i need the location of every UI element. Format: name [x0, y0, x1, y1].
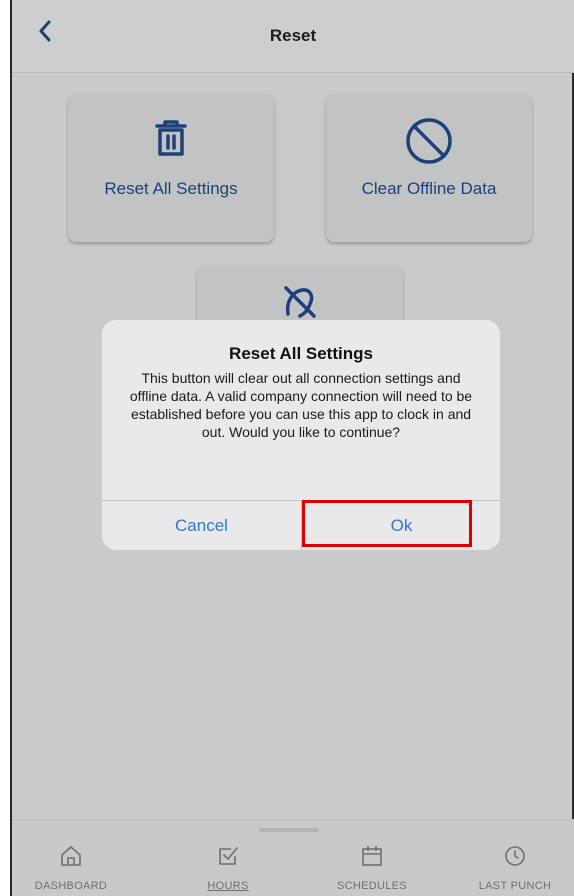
calendar-icon [362, 846, 382, 866]
dialog-message: This button will clear out all connectio… [129, 370, 473, 440]
tab-last-punch-label: LAST PUNCH [478, 880, 552, 892]
clear-offline-data-label: Clear Offline Data [361, 179, 497, 198]
tab-schedules-label: SCHEDULES [337, 880, 407, 892]
page-title: Reset [269, 26, 317, 45]
clear-offline-data-tile[interactable]: Clear Offline Data [326, 94, 532, 242]
reset-all-settings-label: Reset All Settings [104, 179, 238, 198]
tab-hours[interactable]: HOURS [163, 844, 293, 892]
top-bar: Reset [12, 0, 574, 73]
trash-icon [155, 120, 187, 156]
home-icon [61, 846, 81, 866]
clock-icon [505, 846, 525, 866]
dialog-title: Reset All Settings [229, 344, 373, 363]
tab-dashboard[interactable]: DASHBOARD [12, 844, 136, 892]
ok-button[interactable]: Ok [302, 501, 500, 550]
prohibited-icon [406, 118, 452, 164]
app-screen: Reset Reset All Settings Clear Offline D… [10, 0, 574, 896]
tab-last-punch[interactable]: LAST PUNCH [450, 844, 574, 892]
tab-hours-label: HOURS [207, 880, 249, 892]
alert-dialog: Reset All Settings This button will clea… [102, 320, 500, 550]
drag-handle[interactable] [259, 828, 319, 832]
cancel-button[interactable]: Cancel [102, 501, 301, 550]
hand-slash-icon [284, 286, 316, 318]
reset-all-settings-tile[interactable]: Reset All Settings [68, 94, 274, 242]
tab-schedules[interactable]: SCHEDULES [307, 844, 437, 892]
tab-dashboard-label: DASHBOARD [34, 880, 108, 892]
bottom-tab-bar: DASHBOARD HOURS SCHEDULES LAST PUNCH [12, 819, 574, 896]
checkbox-icon [219, 847, 238, 865]
